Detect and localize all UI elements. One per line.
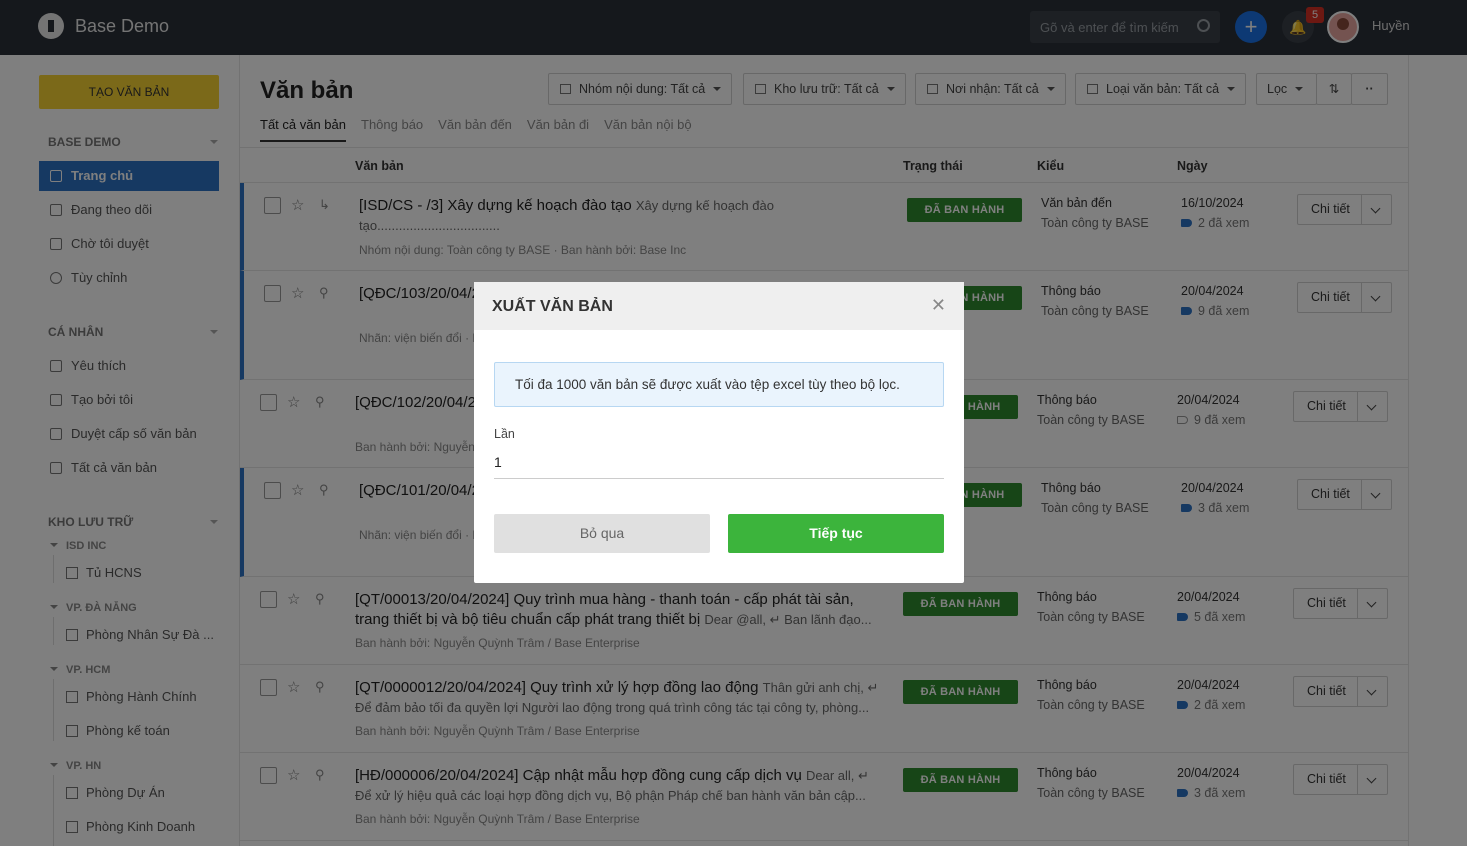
dialog-title: XUẤT VĂN BẢN <box>492 298 613 315</box>
times-input[interactable]: 1 <box>494 450 944 479</box>
dialog-header: XUẤT VĂN BẢN ✕ <box>474 282 964 330</box>
times-label: Lần <box>494 427 515 441</box>
close-icon[interactable]: ✕ <box>931 295 946 316</box>
continue-button[interactable]: Tiếp tục <box>728 514 944 553</box>
info-message: Tối đa 1000 văn bản sẽ được xuất vào tệp… <box>494 362 944 407</box>
cancel-button[interactable]: Bỏ qua <box>494 514 710 553</box>
export-dialog: XUẤT VĂN BẢN ✕ Tối đa 1000 văn bản sẽ đư… <box>474 282 964 583</box>
